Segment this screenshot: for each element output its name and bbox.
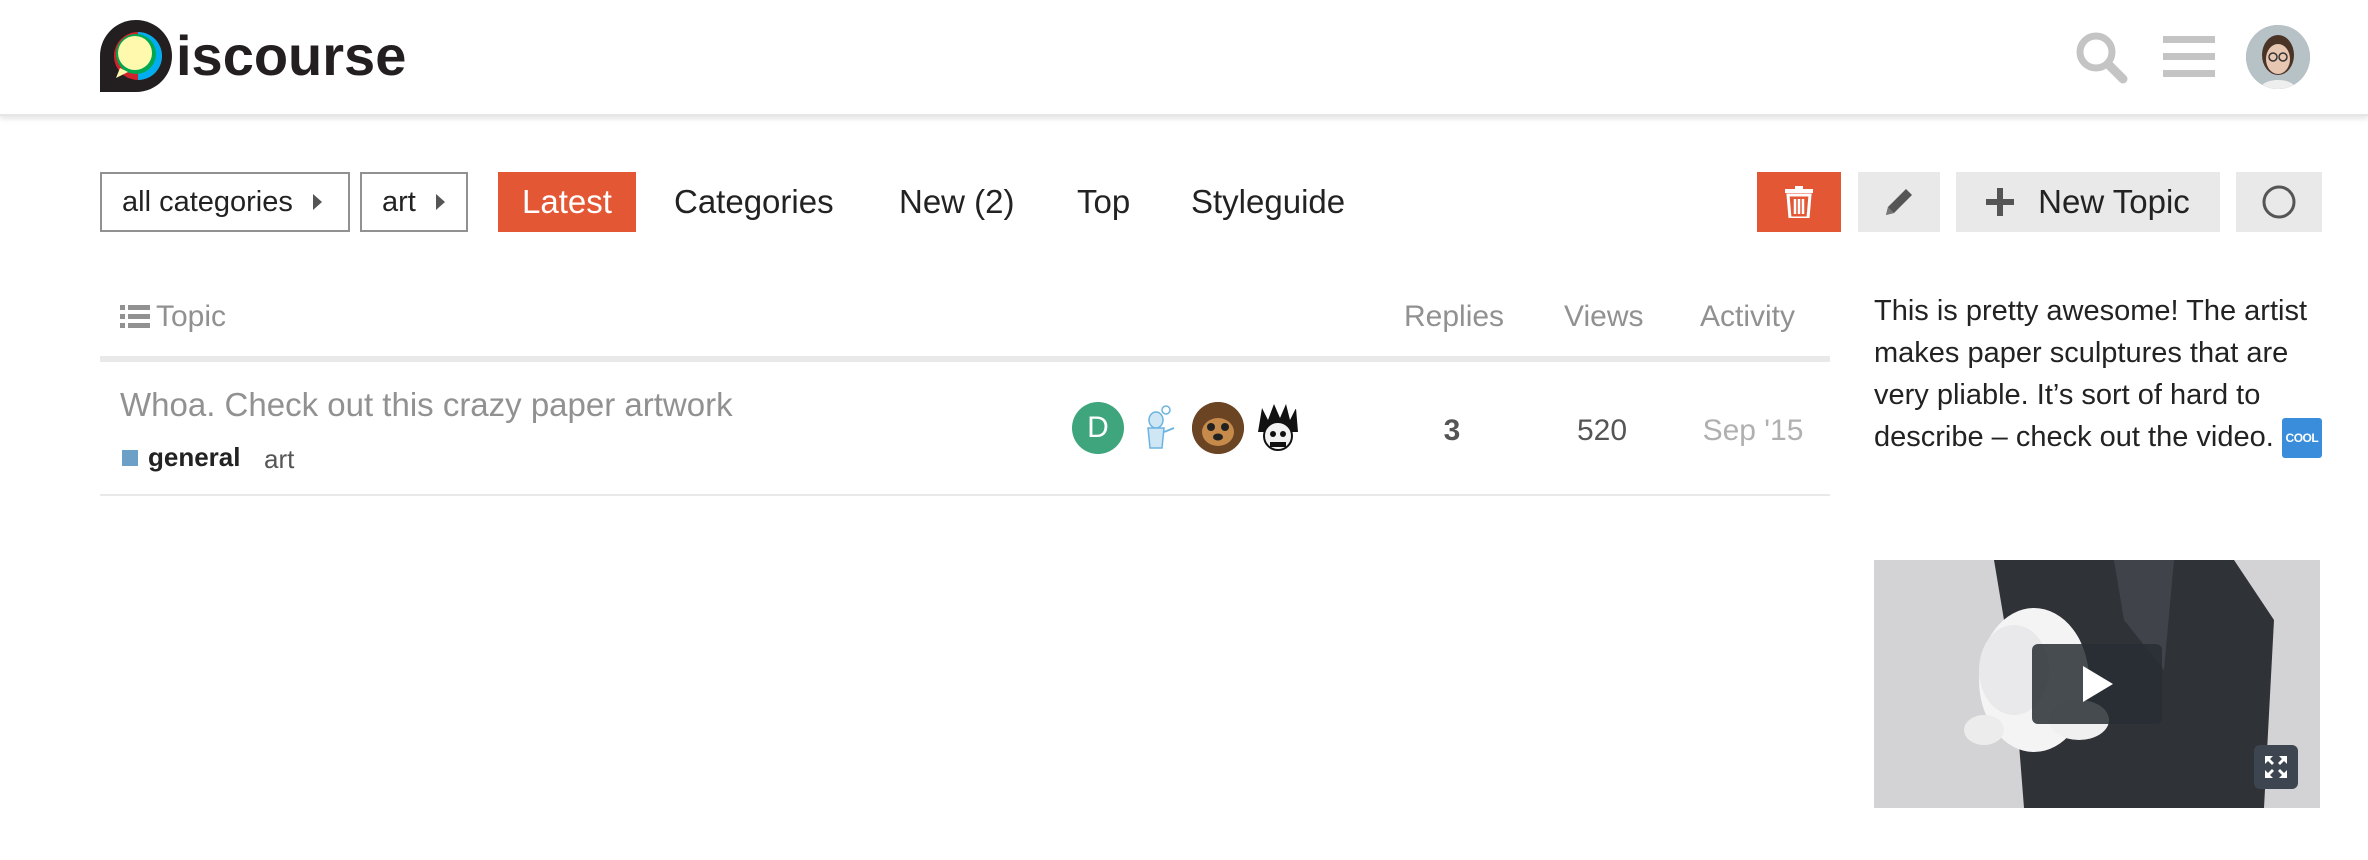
- poster-avatar[interactable]: [1132, 402, 1184, 454]
- poster-avatar-image: [1192, 402, 1244, 454]
- discourse-logo[interactable]: iscourse: [98, 16, 406, 96]
- pencil-icon: [1886, 189, 1912, 215]
- topic-tag[interactable]: art: [264, 444, 294, 475]
- site-header: iscourse: [0, 0, 2368, 116]
- hamburger-menu-button[interactable]: [2158, 26, 2220, 88]
- avatar-image: [2246, 25, 2310, 89]
- nav-latest[interactable]: Latest: [498, 172, 636, 232]
- topic-preview-sidebar: This is pretty awesome! The artist makes…: [1874, 290, 2324, 808]
- poster-initial: D: [1087, 411, 1109, 444]
- trash-icon: [1785, 186, 1813, 218]
- nav-styleguide[interactable]: Styleguide: [1167, 172, 1369, 232]
- poster-avatar[interactable]: D: [1072, 402, 1124, 454]
- search-button[interactable]: [2070, 26, 2132, 88]
- hamburger-menu-icon: [2163, 36, 2215, 77]
- nav-new[interactable]: New (2): [875, 172, 1039, 232]
- poster-avatar-image: [1147, 405, 1175, 449]
- play-icon: [2083, 666, 2113, 702]
- poster-avatar-image: [1258, 404, 1298, 451]
- new-topic-button[interactable]: New Topic: [1956, 172, 2220, 232]
- category-dropdown-label: all categories: [122, 185, 293, 218]
- logo-wordmark: iscourse: [176, 24, 407, 87]
- views-count: 520: [1576, 414, 1628, 447]
- views-column-header[interactable]: Views: [1564, 300, 1643, 334]
- category-color-square: [122, 449, 138, 466]
- navigation-bar: all categories art Latest Categories New…: [100, 172, 2322, 232]
- category-dropdown[interactable]: all categories: [100, 172, 350, 232]
- search-icon: [2076, 32, 2128, 84]
- delete-button[interactable]: [1757, 172, 1841, 232]
- expand-video-button[interactable]: [2254, 745, 2298, 789]
- notifications-toggle-button[interactable]: [2236, 172, 2322, 232]
- topic-row: Whoa. Check out this crazy paper artwork…: [100, 362, 1830, 496]
- replies-count[interactable]: 3: [1404, 414, 1500, 448]
- nav-categories[interactable]: Categories: [650, 172, 858, 232]
- edit-button[interactable]: [1858, 172, 1940, 232]
- replies-column-header[interactable]: Replies: [1404, 300, 1504, 334]
- topic-title-link[interactable]: Whoa. Check out this crazy paper artwork: [120, 386, 733, 424]
- category-name: general: [148, 442, 241, 472]
- caret-right-icon: [312, 194, 322, 210]
- activity-date[interactable]: Sep '15: [1690, 414, 1816, 448]
- list-icon: [120, 305, 150, 328]
- poster-avatar[interactable]: [1192, 402, 1244, 454]
- caret-right-icon: [435, 194, 445, 210]
- category-badge[interactable]: general: [122, 442, 241, 473]
- expand-icon: [2265, 756, 2287, 778]
- topic-header-label: Topic: [156, 300, 227, 333]
- excerpt-text: This is pretty awesome! The artist makes…: [1874, 295, 2308, 453]
- video-thumbnail[interactable]: [1874, 560, 2320, 808]
- activity-column-header[interactable]: Activity: [1700, 300, 1795, 334]
- subcategory-dropdown[interactable]: art: [360, 172, 468, 232]
- user-avatar[interactable]: [2246, 25, 2310, 89]
- play-button[interactable]: [2032, 644, 2162, 724]
- circle-icon: [2262, 185, 2296, 219]
- posters-list: D: [1072, 402, 1304, 454]
- new-topic-label: New Topic: [2038, 183, 2190, 220]
- nav-top[interactable]: Top: [1053, 172, 1154, 232]
- topic-column-header[interactable]: Topic: [120, 300, 226, 334]
- topic-list: Topic Replies Views Activity Whoa. Check…: [100, 290, 1830, 496]
- topic-excerpt: This is pretty awesome! The artist makes…: [1874, 290, 2324, 459]
- header-icons: [2070, 22, 2310, 92]
- poster-avatar[interactable]: [1252, 402, 1304, 454]
- subcategory-dropdown-label: art: [382, 185, 416, 218]
- topic-list-header: Topic Replies Views Activity: [100, 290, 1830, 362]
- cool-emoji-icon: COOL: [2281, 418, 2322, 459]
- discourse-logo-icon: [100, 20, 172, 92]
- plus-icon: [1986, 188, 2015, 216]
